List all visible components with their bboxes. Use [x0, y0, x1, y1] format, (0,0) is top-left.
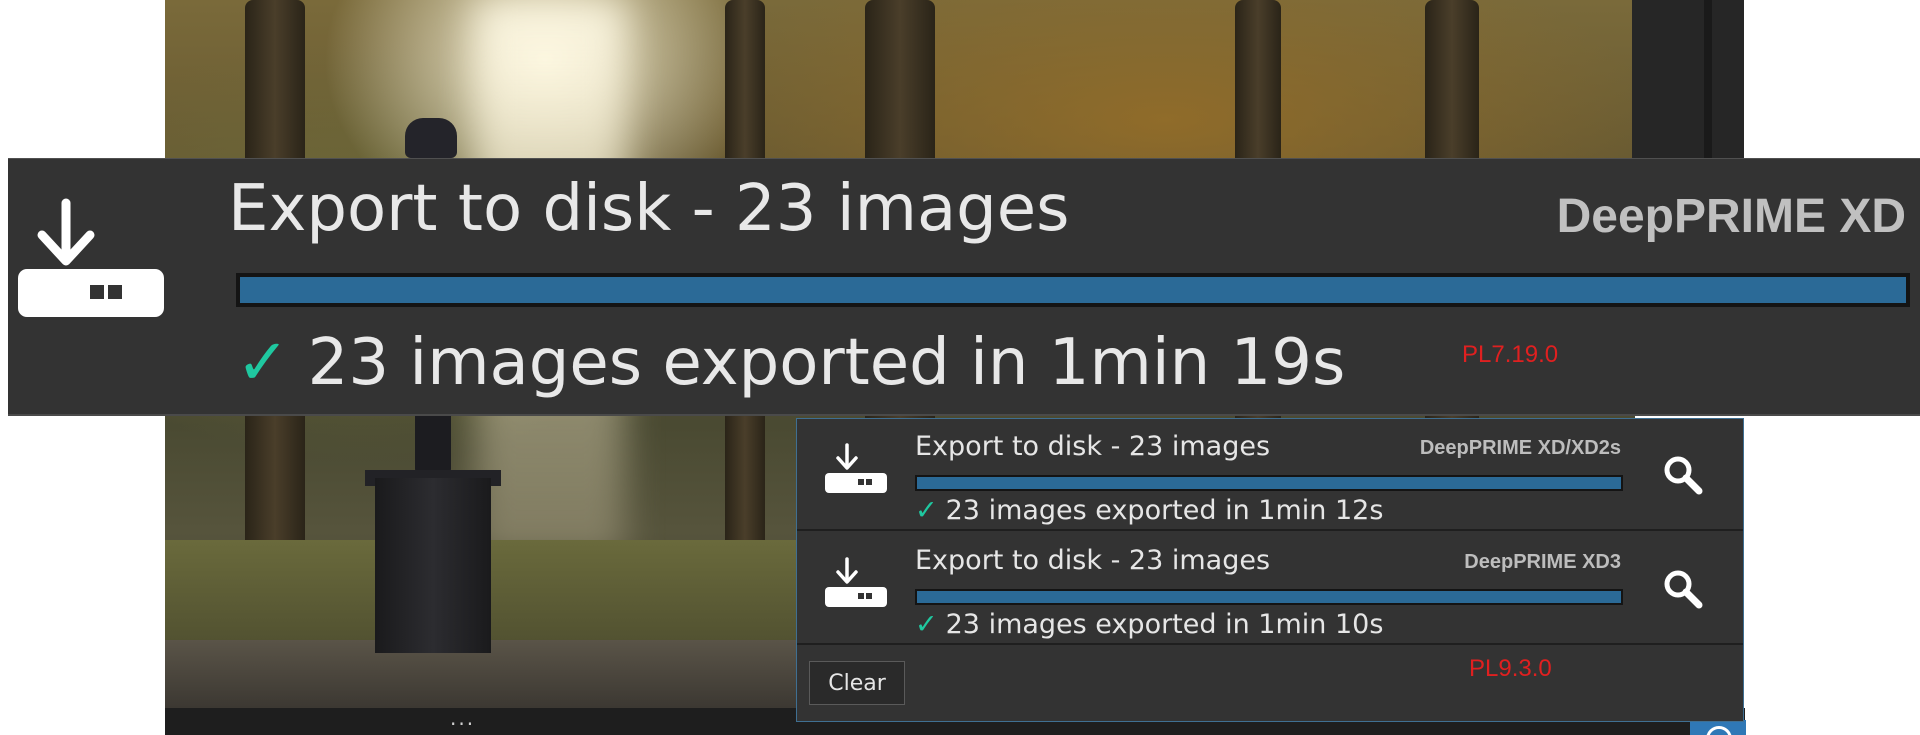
progress-fill: [917, 477, 1621, 489]
notification-entry: Export to disk - 23 images DeepPRIME XD/…: [797, 419, 1743, 531]
pedestal: [375, 478, 491, 653]
circle-icon: [1706, 726, 1732, 735]
scrollbar-strip: [1704, 0, 1712, 160]
version-label: PL9.3.0: [1469, 655, 1552, 682]
export-to-disk-icon: [825, 443, 887, 493]
version-label: PL7.19.0: [1462, 341, 1559, 368]
status-line: ✓ 23 images exported in 1min 12s: [915, 495, 1383, 526]
engine-label: DeepPRIME XD: [1556, 190, 1906, 243]
engine-label: DeepPRIME XD3: [1464, 551, 1621, 573]
notification-title: Export to disk - 23 images: [915, 545, 1271, 576]
magnifier-icon[interactable]: [1661, 567, 1705, 611]
check-icon: ✓: [915, 609, 938, 640]
export-to-disk-icon: [825, 557, 887, 607]
bottom-corner-button[interactable]: [1690, 720, 1746, 735]
notification-title: Export to disk - 23 images: [915, 431, 1271, 462]
more-dots-button[interactable]: ...: [450, 706, 475, 730]
progress-bar: [915, 589, 1623, 605]
statue-hat: [405, 118, 457, 158]
progress-bar: [915, 475, 1623, 491]
progress-fill: [240, 277, 1906, 303]
export-to-disk-icon: [18, 198, 164, 317]
check-icon: ✓: [915, 495, 938, 526]
notification-panel: Export to disk - 23 images DeepPRIME XD/…: [796, 418, 1744, 722]
engine-label: DeepPRIME XD/XD2s: [1419, 437, 1621, 459]
status-text: 23 images exported in 1min 19s: [307, 326, 1346, 400]
status-line: ✓ 23 images exported in 1min 19s: [236, 325, 1345, 402]
status-text: 23 images exported in 1min 10s: [945, 609, 1384, 640]
status-line: ✓ 23 images exported in 1min 10s: [915, 609, 1383, 640]
screenshot-stage: ... Export to disk - 23 images DeepPRIME…: [0, 0, 1920, 735]
export-notification-enlarged: Export to disk - 23 images DeepPRIME XD …: [8, 158, 1920, 416]
side-panel-edge: [1632, 0, 1744, 160]
progress-bar: [236, 273, 1910, 307]
notification-title: Export to disk - 23 images: [228, 172, 1070, 246]
panel-footer: Clear PL9.3.0: [797, 647, 1743, 721]
magnifier-icon[interactable]: [1661, 453, 1705, 497]
clear-button[interactable]: Clear: [809, 661, 905, 705]
check-icon: ✓: [236, 326, 290, 400]
notification-entry: Export to disk - 23 images DeepPRIME XD3…: [797, 533, 1743, 645]
progress-fill: [917, 591, 1621, 603]
status-text: 23 images exported in 1min 12s: [945, 495, 1384, 526]
